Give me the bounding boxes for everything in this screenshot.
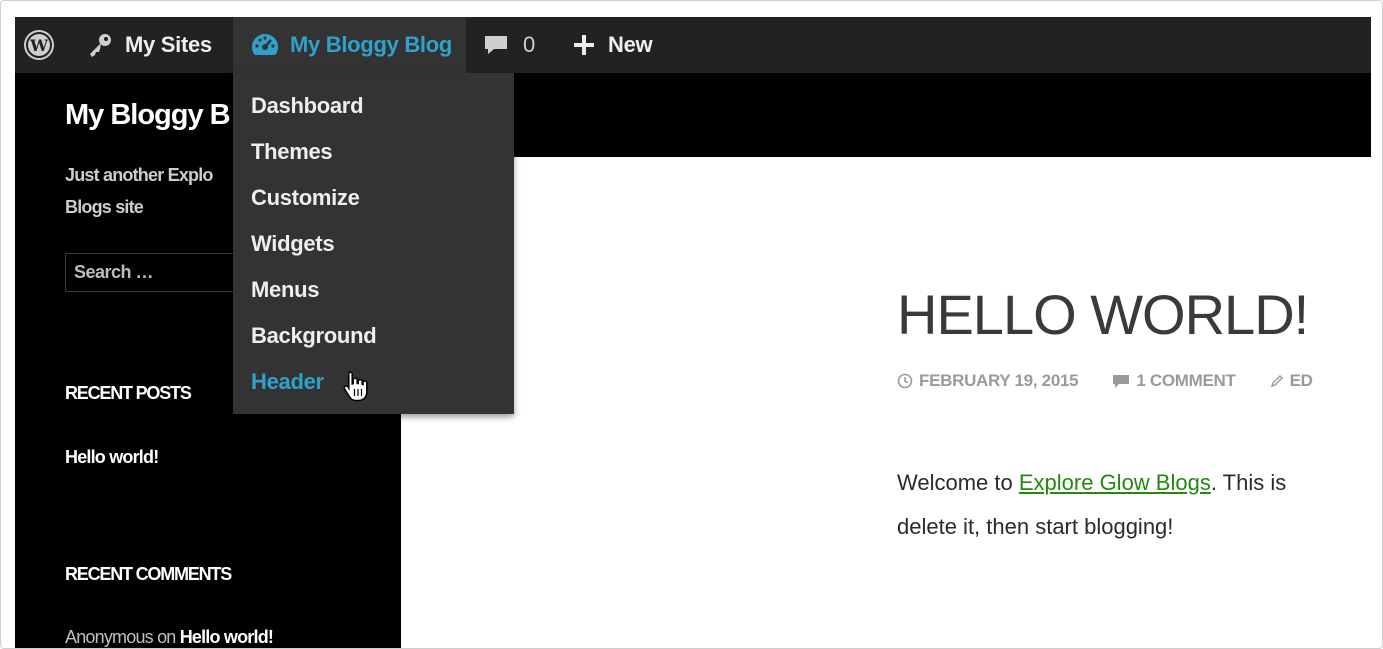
- menu-item-themes[interactable]: Themes: [251, 139, 333, 165]
- comment-post-link[interactable]: Hello world!: [180, 627, 274, 647]
- comments-menu[interactable]: 0: [483, 17, 535, 73]
- recent-comments-title: RECENT COMMENTS: [65, 564, 232, 584]
- site-description: Just another Explo Blogs site: [65, 165, 213, 217]
- comment-on-text: on: [157, 627, 176, 647]
- post-meta: FEBRUARY 19, 2015 1 COMMENT ED: [897, 371, 1313, 391]
- search-placeholder: Search …: [74, 262, 154, 282]
- post-comments-link[interactable]: 1 COMMENT: [1136, 371, 1236, 391]
- explore-glow-blogs-link[interactable]: Explore Glow Blogs: [1019, 470, 1211, 495]
- post-date[interactable]: FEBRUARY 19, 2015: [919, 371, 1079, 391]
- clock-icon: [897, 373, 913, 389]
- post-title[interactable]: HELLO WORLD!: [897, 282, 1309, 347]
- key-icon: [85, 30, 115, 60]
- wp-admin-bar: W My Sites My Bloggy Blog 0 New: [15, 17, 1371, 73]
- svg-text:W: W: [29, 36, 49, 55]
- new-label: New: [608, 32, 653, 57]
- plus-icon: [572, 33, 596, 57]
- comment-author[interactable]: Anonymous: [65, 627, 154, 647]
- post-body-line-1: Welcome to Explore Glow Blogs. This is: [897, 470, 1287, 495]
- site-header-band: [401, 73, 1371, 157]
- comment-bubble-icon: [1112, 373, 1130, 389]
- browser-frame: My Bloggy B Just another Explo Blogs sit…: [0, 0, 1383, 649]
- menu-item-menus[interactable]: Menus: [251, 277, 319, 303]
- post-edit-link[interactable]: ED: [1290, 371, 1313, 391]
- hand-pointer-icon: [343, 370, 369, 407]
- new-content-menu[interactable]: New: [572, 17, 653, 73]
- blog-name-label: My Bloggy Blog: [290, 32, 453, 57]
- post-body: Welcome to Explore Glow Blogs. This is d…: [897, 461, 1371, 549]
- comments-count: 0: [523, 32, 535, 57]
- site-title[interactable]: My Bloggy B: [65, 99, 231, 132]
- blog-dropdown-menu: Dashboard Themes Customize Widgets Menus…: [233, 73, 514, 414]
- my-sites-menu[interactable]: My Sites: [85, 17, 212, 73]
- post-body-line-2: delete it, then start blogging!: [897, 514, 1174, 539]
- recent-post-link[interactable]: Hello world!: [65, 447, 159, 468]
- menu-item-widgets[interactable]: Widgets: [251, 231, 335, 257]
- menu-item-customize[interactable]: Customize: [251, 185, 360, 211]
- dashboard-gauge-icon: [250, 32, 280, 58]
- pencil-icon: [1270, 374, 1284, 388]
- recent-comment-item: Anonymous on Hello world!: [65, 627, 274, 648]
- menu-item-header[interactable]: Header: [251, 369, 324, 395]
- my-bloggy-blog-menu[interactable]: My Bloggy Blog: [233, 17, 466, 73]
- recent-posts-title: RECENT POSTS: [65, 383, 192, 403]
- menu-item-background[interactable]: Background: [251, 323, 377, 349]
- my-sites-label: My Sites: [125, 32, 212, 57]
- menu-item-dashboard[interactable]: Dashboard: [251, 93, 364, 119]
- comment-bubble-icon: [483, 33, 509, 57]
- wordpress-logo-icon[interactable]: W: [23, 17, 55, 73]
